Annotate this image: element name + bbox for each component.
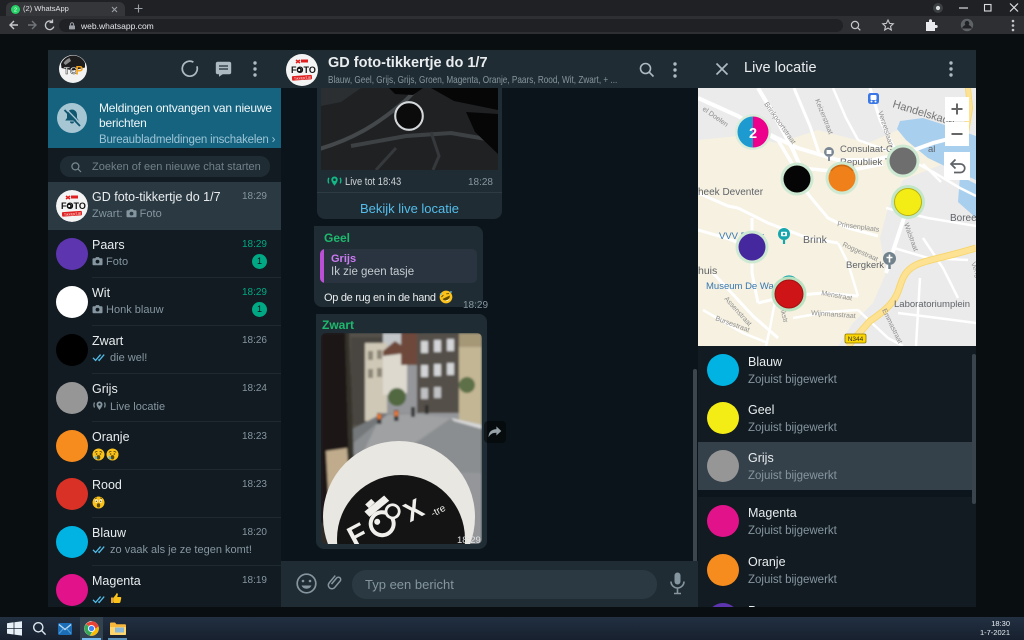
svg-text:Museum De Waa: Museum De Waa	[706, 281, 780, 292]
svg-text:18:29: 18:29	[457, 535, 481, 544]
svg-text:Laboratoriumplein: Laboratoriumplein	[894, 299, 970, 310]
svg-text:Brink: Brink	[803, 234, 828, 246]
svg-text:huis: huis	[698, 265, 717, 277]
svg-text:FOTO: FOTO	[61, 201, 86, 211]
svg-text:2: 2	[749, 126, 757, 142]
svg-text:al: al	[928, 144, 935, 155]
svg-text:2: 2	[14, 7, 17, 13]
svg-text:Boreel: Boreel	[950, 213, 976, 224]
svg-text:Bergkerk: Bergkerk	[846, 260, 884, 271]
svg-text:N344: N344	[848, 336, 864, 343]
svg-text:P: P	[76, 66, 84, 78]
svg-text:heek Deventer: heek Deventer	[698, 187, 764, 198]
svg-text:FOTO: FOTO	[291, 65, 316, 75]
